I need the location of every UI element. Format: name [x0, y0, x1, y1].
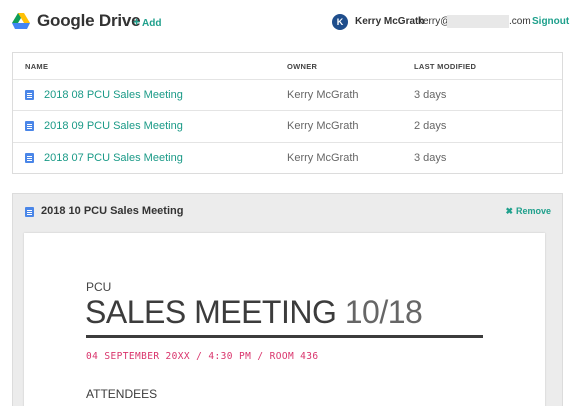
doc-heading: SALES MEETING 10/18 [85, 294, 423, 331]
doc-heading-number: 10/18 [344, 294, 423, 330]
document-icon [25, 153, 34, 163]
column-header-owner[interactable]: OWNER [287, 62, 317, 71]
app-title: Google Drive [37, 11, 141, 30]
doc-section-heading: ATTENDEES [86, 387, 158, 401]
doc-meeting-details: 04 SEPTEMBER 20XX / 4:30 PM / ROOM 436 [86, 351, 319, 362]
file-last-modified: 3 days [414, 152, 447, 164]
remove-button[interactable]: ✖ Remove [505, 206, 551, 217]
document-preview-panel: 2018 10 PCU Sales Meeting ✖ Remove PCU SA… [12, 193, 563, 406]
signout-link[interactable]: Signout [532, 16, 569, 27]
google-drive-logo-icon [12, 13, 30, 29]
table-row[interactable]: 2018 08 PCU Sales Meeting Kerry McGrath … [13, 79, 562, 110]
file-table: NAME OWNER LAST MODIFIED 2018 08 PCU Sal… [12, 52, 563, 174]
file-owner: Kerry McGrath [287, 152, 359, 164]
document-icon [25, 121, 34, 131]
doc-divider [86, 335, 483, 338]
email-redaction [447, 15, 509, 28]
table-row[interactable]: 2018 07 PCU Sales Meeting Kerry McGrath … [13, 142, 562, 173]
avatar[interactable]: K [332, 14, 348, 30]
app-header: Google Drive + Add K Kerry McGrath kerry@… [0, 0, 575, 44]
table-row[interactable]: 2018 09 PCU Sales Meeting Kerry McGrath … [13, 110, 562, 141]
user-name: Kerry McGrath [355, 16, 425, 27]
file-last-modified: 3 days [414, 89, 447, 101]
file-owner: Kerry McGrath [287, 120, 359, 132]
document-page[interactable]: PCU SALES MEETING 10/18 04 SEPTEMBER 20X… [24, 233, 545, 406]
preview-title: 2018 10 PCU Sales Meeting [41, 205, 184, 217]
remove-button-label: Remove [515, 206, 551, 216]
file-name-link[interactable]: 2018 09 PCU Sales Meeting [44, 120, 183, 132]
document-icon [25, 90, 34, 100]
close-icon: ✖ [505, 206, 513, 216]
user-email-suffix: .com [509, 16, 531, 27]
file-last-modified: 2 days [414, 120, 447, 132]
document-icon [25, 207, 34, 217]
user-email-prefix: kerry@ [418, 16, 451, 27]
file-name-link[interactable]: 2018 07 PCU Sales Meeting [44, 152, 183, 164]
column-header-last-modified[interactable]: LAST MODIFIED [414, 62, 476, 71]
file-owner: Kerry McGrath [287, 89, 359, 101]
add-button[interactable]: + Add [133, 15, 161, 29]
plus-icon: + [133, 15, 141, 29]
doc-kicker: PCU [86, 280, 112, 294]
doc-heading-main: SALES MEETING [85, 294, 337, 330]
column-header-name[interactable]: NAME [25, 62, 48, 71]
add-button-label: Add [142, 18, 162, 29]
file-name-link[interactable]: 2018 08 PCU Sales Meeting [44, 89, 183, 101]
